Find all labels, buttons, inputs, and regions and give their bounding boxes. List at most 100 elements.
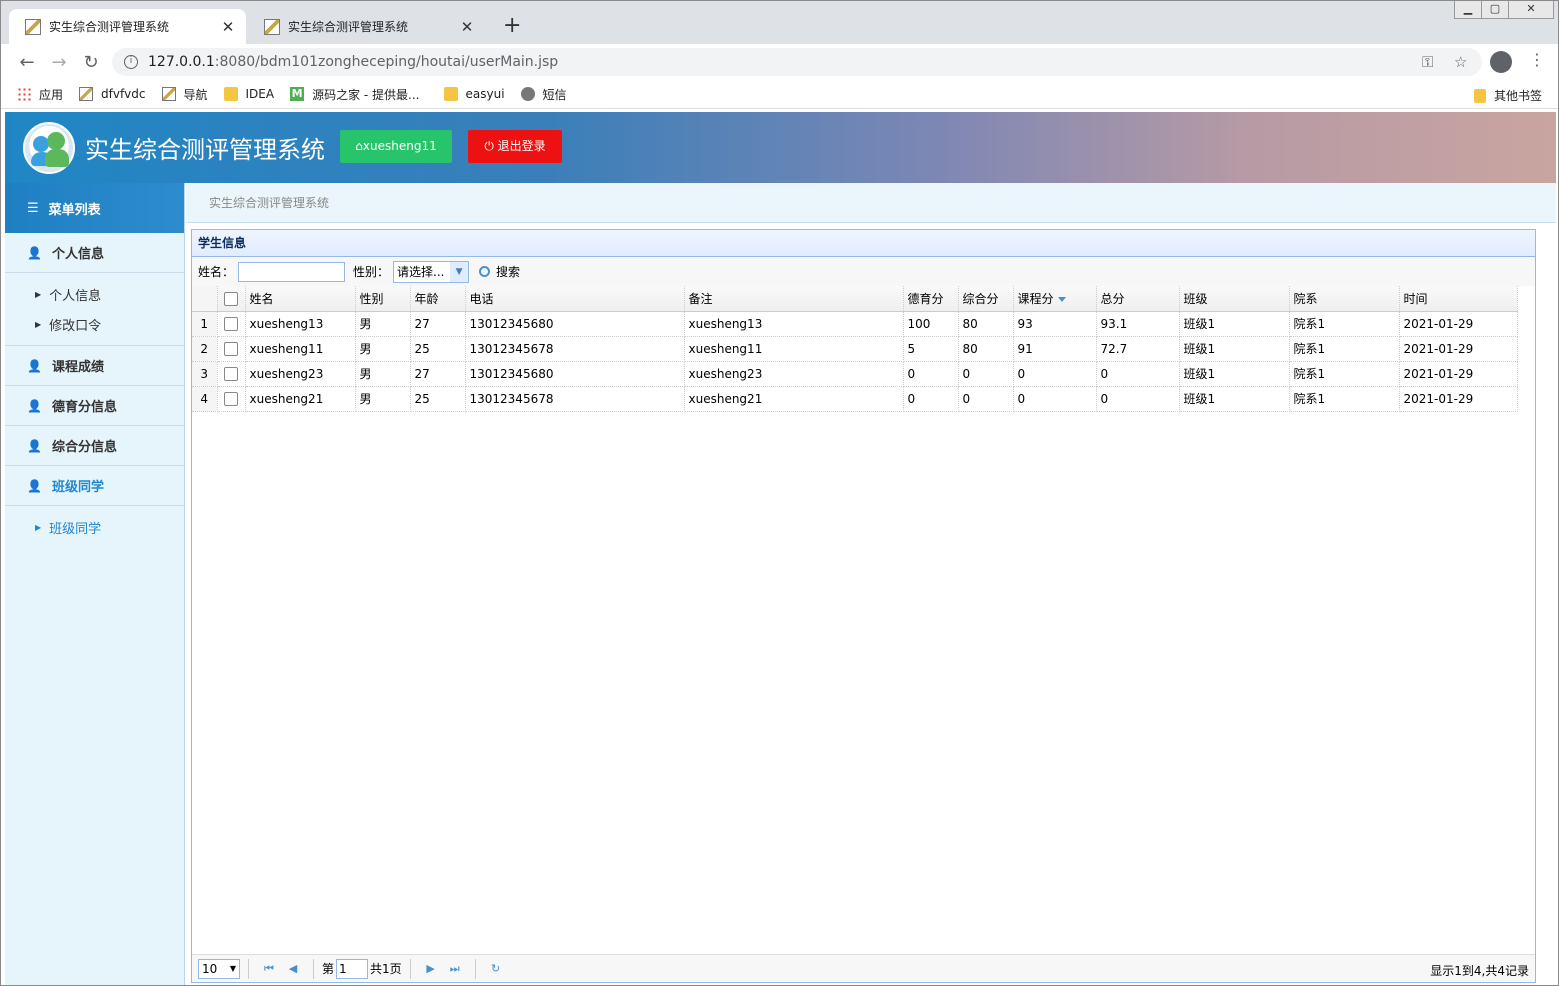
browser-tab-active[interactable]: 实生综合测评管理系统 ✕ [9, 9, 246, 44]
bookmark-label: 应用 [39, 87, 64, 102]
sidebar-title-label: 菜单列表 [48, 202, 101, 218]
bookmark-item[interactable]: dfvfvdc [79, 87, 146, 101]
bookmark-item[interactable]: M 源码之家 - 提供最... [290, 86, 420, 103]
sidebar-section-personal[interactable]: 👤 个人信息 [5, 233, 184, 273]
key-icon[interactable]: ⚿ [1422, 48, 1433, 76]
refresh-icon[interactable]: ↻ [484, 962, 508, 975]
bookmark-label: IDEA [245, 87, 275, 101]
table-cell: 2021-01-29 [1399, 311, 1518, 337]
sidebar-section-moral-scores[interactable]: 👤 德育分信息 [5, 386, 184, 426]
column-header[interactable]: 备注 [684, 286, 904, 312]
search-icon [479, 266, 491, 277]
forward-icon[interactable]: → [43, 52, 75, 73]
prev-page-icon[interactable]: ◀ [281, 962, 305, 975]
table-row[interactable]: 3 xuesheng23 男 27 13012345680 xuesheng23 0 0 0 0 班… [192, 361, 1518, 387]
row-checkbox[interactable] [217, 311, 246, 337]
table-cell: xuesheng11 [684, 336, 904, 362]
app-header: 实生综合测评管理系统 ⌂xuesheng11 ⏻ 退出登录 [5, 112, 1556, 183]
sidebar-item-change-password[interactable]: ▶ 修改口令 [5, 309, 184, 339]
column-header[interactable]: 总分 [1096, 286, 1180, 312]
tab-title: 实生综合测评管理系统 [49, 20, 170, 34]
table-cell: 院系1 [1289, 311, 1400, 337]
item-label: 个人信息 [49, 288, 102, 304]
sidebar-item-classmates[interactable]: ▶ 班级同学 [5, 512, 184, 542]
column-header[interactable]: 年龄 [410, 286, 466, 312]
power-icon: ⏻ [484, 139, 498, 153]
url-host: 127.0.0.1 [148, 54, 215, 70]
table-row[interactable]: 2 xuesheng11 男 25 13012345678 xuesheng11 5 80 91… [192, 336, 1518, 362]
tab-strip: 实生综合测评管理系统 ✕ 实生综合测评管理系统 ✕ + ▁ ▢ ✕ [1, 1, 1558, 44]
bookmark-folder[interactable]: IDEA [223, 87, 275, 101]
caret-right-icon: ▶ [35, 319, 42, 329]
sex-select[interactable]: 请选择... ▼ [393, 260, 470, 283]
row-checkbox[interactable] [217, 336, 246, 362]
table-cell: xuesheng21 [245, 386, 356, 412]
logout-label: 退出登录 [497, 139, 546, 153]
user-icon: 👤 [27, 245, 42, 260]
page-favicon-icon [79, 87, 94, 101]
sidebar-section-composite-scores[interactable]: 👤 综合分信息 [5, 426, 184, 466]
minimize-icon[interactable]: ▁ [1454, 1, 1482, 19]
table-row[interactable]: 1 xuesheng13 男 27 13012345680 xuesheng13 100 80… [192, 311, 1518, 337]
breadcrumb: 实生综合测评管理系统 [186, 183, 1556, 223]
column-header[interactable]: 班级 [1179, 286, 1290, 312]
page-number-input[interactable]: 1 [336, 958, 369, 979]
page-size-select[interactable]: 10 ▼ [198, 958, 240, 979]
table-row[interactable]: 4 xuesheng21 男 25 13012345678 xuesheng21 0 0 0 0 班… [192, 386, 1518, 412]
reload-icon[interactable]: ↻ [75, 52, 107, 73]
column-header[interactable]: 电话 [465, 286, 685, 312]
browser-menu-icon[interactable]: ⋮ [1529, 50, 1545, 69]
maximize-icon[interactable]: ▢ [1481, 1, 1509, 19]
list-icon: ☰ [27, 200, 39, 216]
table-cell: 13012345680 [465, 361, 685, 387]
sidebar-item-personal-info[interactable]: ▶ 个人信息 [5, 279, 184, 309]
column-header[interactable]: 综合分 [958, 286, 1014, 312]
column-header[interactable]: 姓名 [245, 286, 356, 312]
bookmark-label: 导航 [183, 87, 208, 102]
site-info-icon[interactable]: i [124, 55, 138, 69]
table-cell: 91 [1013, 336, 1097, 362]
window-controls: ▁ ▢ ✕ [1454, 1, 1554, 19]
first-page-icon[interactable]: ⏮ [257, 962, 281, 976]
last-page-icon[interactable]: ⏭ [443, 962, 467, 976]
bookmark-item[interactable]: 导航 [161, 86, 208, 103]
column-header[interactable]: 德育分 [903, 286, 959, 312]
column-header[interactable]: 院系 [1289, 286, 1400, 312]
row-checkbox[interactable] [217, 361, 246, 387]
search-button[interactable]: 搜索 [479, 263, 520, 280]
column-header[interactable]: 时间 [1399, 286, 1518, 312]
sidebar-section-classmates[interactable]: 👤 班级同学 [5, 466, 184, 506]
bookmark-apps[interactable]: 应用 [17, 86, 63, 103]
row-checkbox[interactable] [217, 386, 246, 412]
browser-tab[interactable]: 实生综合测评管理系统 ✕ [248, 9, 485, 44]
close-tab-icon[interactable]: ✕ [220, 18, 236, 36]
table-header-row: 姓名 性别 年龄 电话 备注 德育分 综合分 课程分 总分 班级 院系 时间 [192, 286, 1518, 312]
table-cell: 0 [1013, 386, 1097, 412]
new-tab-icon[interactable]: + [503, 15, 521, 37]
bookmark-star-icon[interactable]: ☆ [1454, 48, 1467, 76]
sex-label: 性别： [353, 265, 390, 279]
back-icon[interactable]: ← [11, 52, 43, 73]
app-title: 实生综合测评管理系统 [85, 136, 325, 164]
column-header-sorted[interactable]: 课程分 [1013, 286, 1097, 312]
column-header[interactable]: 性别 [355, 286, 411, 312]
window-close-icon[interactable]: ✕ [1508, 1, 1554, 19]
page-favicon-icon [161, 87, 176, 101]
bookmark-folder[interactable]: easyui [443, 87, 505, 101]
other-bookmarks[interactable]: 其他书签 [1473, 87, 1542, 104]
table-cell: 80 [958, 311, 1014, 337]
sidebar-section-course-scores[interactable]: 👤 课程成绩 [5, 346, 184, 386]
address-bar[interactable]: i 127.0.0.1:8080/bdm101zongheceping/hout… [112, 48, 1482, 76]
bookmark-item[interactable]: 短信 [520, 86, 567, 103]
table-cell: 0 [958, 386, 1014, 412]
next-page-icon[interactable]: ▶ [419, 962, 443, 975]
select-all-checkbox[interactable] [217, 286, 246, 312]
row-number: 1 [192, 311, 218, 337]
logout-button[interactable]: ⏻ 退出登录 [468, 130, 562, 163]
close-tab-icon[interactable]: ✕ [459, 18, 475, 36]
profile-avatar-icon[interactable] [1490, 51, 1512, 73]
browser-toolbar: ← → ↻ i 127.0.0.1:8080/bdm101zonghecepin… [1, 44, 1558, 80]
name-search-input[interactable] [238, 261, 346, 282]
user-home-button[interactable]: ⌂xuesheng11 [340, 130, 452, 163]
bookmark-label: easyui [465, 87, 505, 101]
